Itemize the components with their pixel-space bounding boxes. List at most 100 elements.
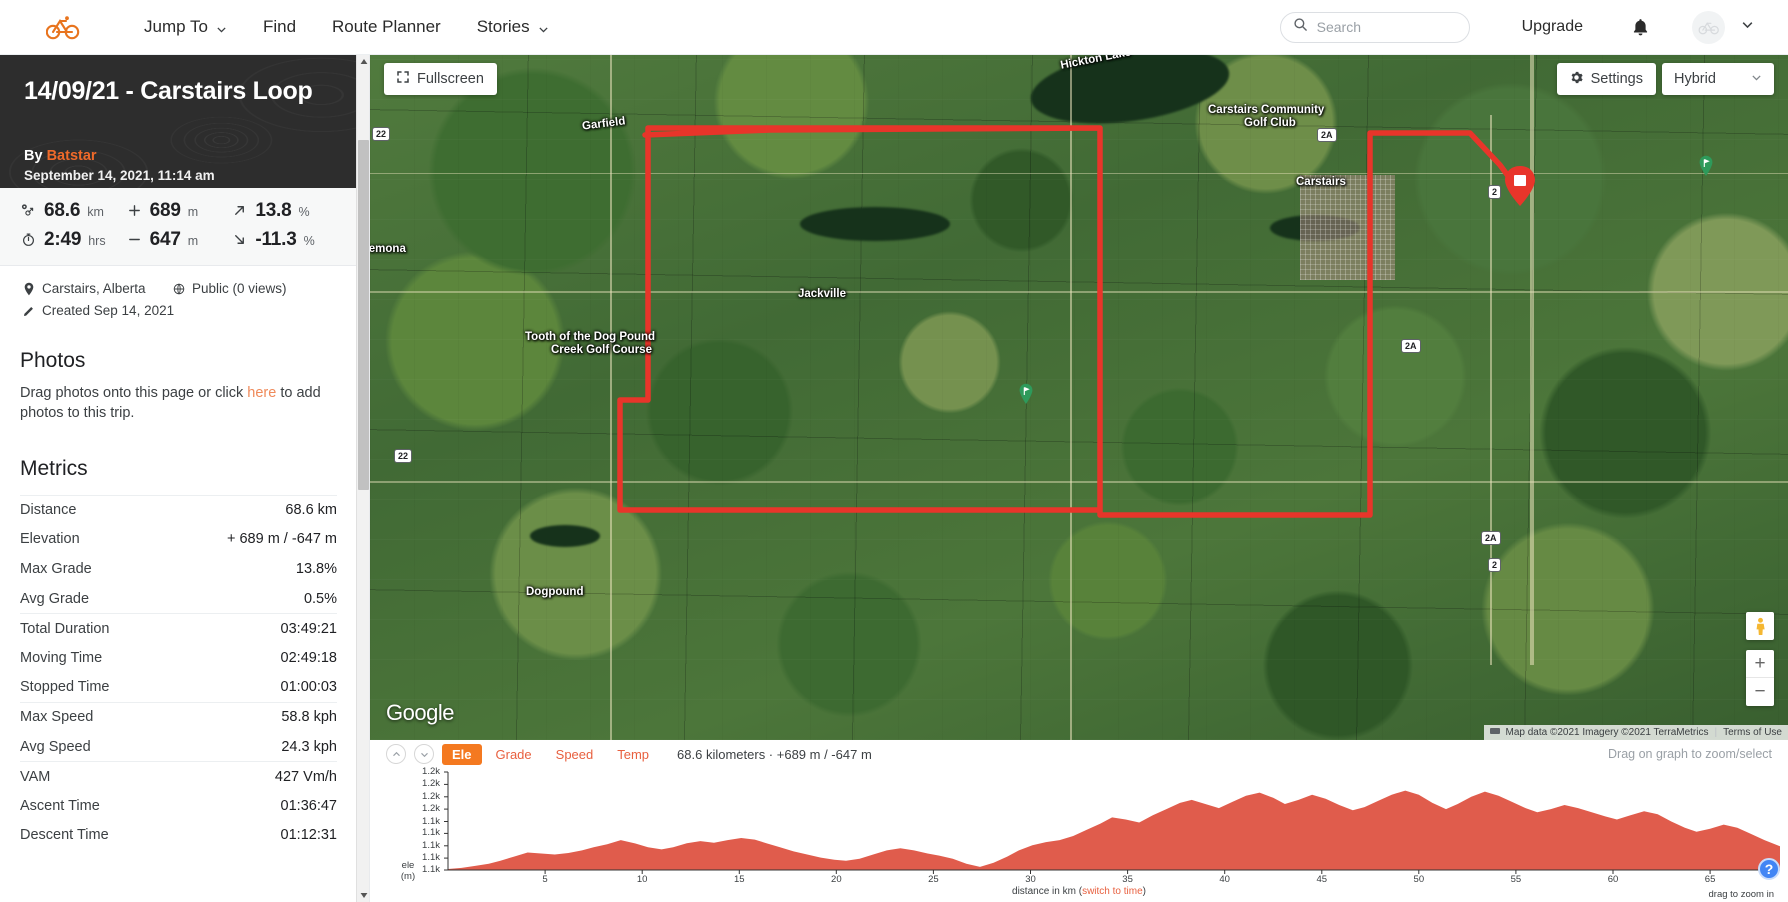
stat-max-grade-value: 13.8 — [255, 200, 292, 221]
stat-distance: 68.6 km — [20, 200, 126, 222]
nav-item-find[interactable]: Find — [245, 11, 314, 43]
notification-bell-icon[interactable] — [1631, 17, 1650, 38]
chart-x-tick-label: 20 — [831, 874, 842, 885]
page-body: 14/09/21 - Carstairs Loop By Batstar Sep… — [0, 55, 1788, 902]
search-box[interactable] — [1279, 11, 1470, 43]
scrollbar-thumb[interactable] — [358, 140, 369, 490]
terms-of-use-link[interactable]: Terms of Use — [1723, 727, 1782, 738]
chart-collapse-button[interactable] — [386, 744, 406, 764]
golf-club-map-pin-icon[interactable] — [1698, 155, 1714, 177]
trip-meta-row-location-visibility: Carstairs, Alberta Public (0 views) — [20, 281, 337, 296]
chart-tab-speed[interactable]: Speed — [546, 744, 604, 765]
scrollbar-up-arrow-icon[interactable] — [357, 55, 369, 69]
metrics-value: 02:49:18 — [280, 649, 337, 666]
chart-x-tick-label: 35 — [1122, 874, 1133, 885]
bicycle-logo-icon[interactable] — [42, 10, 84, 44]
author-link[interactable]: Batstar — [47, 148, 97, 164]
elevation-chart-panel: Ele Grade Speed Temp 68.6 kilometers · +… — [370, 740, 1788, 902]
metrics-table: Distance 68.6 km Elevation + 689 m / -64… — [0, 495, 357, 850]
metrics-key: Stopped Time — [20, 679, 110, 696]
trip-hero-header: 14/09/21 - Carstairs Loop By Batstar Sep… — [0, 55, 357, 188]
chevron-down-icon — [538, 20, 549, 33]
stat-distance-unit: km — [87, 205, 104, 219]
ascent-plus-icon — [126, 203, 143, 218]
zoom-in-button[interactable]: + — [1746, 650, 1774, 678]
route-polyline — [617, 125, 1525, 518]
stat-ascent-value: 689 — [149, 200, 181, 221]
metrics-value: 0.5% — [303, 590, 337, 607]
metrics-key: Elevation — [20, 531, 80, 548]
photos-empty-text: Drag photos onto this page or click here… — [0, 373, 357, 423]
chart-x-tick-label: 15 — [733, 874, 745, 885]
chart-y-axis-title: ele (m) — [388, 860, 428, 882]
map-and-chart-region: Hickton Lake Garfield Carstairs Communit… — [370, 55, 1788, 902]
chart-y-tick-label: 1.2k — [422, 766, 440, 777]
photos-add-link[interactable]: here — [247, 385, 276, 401]
nav-item-route-planner[interactable]: Route Planner — [314, 11, 459, 43]
metrics-value: 427 Vm/h — [274, 768, 337, 785]
trip-visibility-label: Public (0 views) — [192, 281, 287, 296]
gear-icon — [1570, 71, 1583, 88]
fullscreen-button[interactable]: Fullscreen — [384, 63, 497, 95]
map-shield-2a: 2A — [1401, 339, 1421, 353]
chart-x-axis-paren-close: ) — [1142, 886, 1146, 897]
elevation-plot-area[interactable]: 1.2k 1.2k 1.2k 1.2k 1.1k 1.1k 1.1k 1.1k 1.1k 5 10… — [370, 766, 1788, 902]
google-logo: Google — [386, 700, 454, 725]
chart-y-tick-label: 1.1k — [422, 839, 440, 851]
trip-stat-summary: 68.6 km 689 m 13.8 % 2:49 hrs 647 m -11.… — [0, 188, 357, 266]
trip-meta-row-created: Created Sep 14, 2021 — [20, 303, 337, 318]
nav-item-jump-to-label: Jump To — [144, 17, 208, 36]
chart-toolbar: Ele Grade Speed Temp 68.6 kilometers · +… — [370, 740, 1788, 768]
street-view-pegman-icon[interactable] — [1746, 612, 1774, 640]
metrics-row-elevation: Elevation + 689 m / -647 m — [20, 525, 337, 555]
trip-location: Carstairs, Alberta — [20, 281, 170, 296]
map-shield-2: 2 — [1488, 558, 1502, 572]
metrics-key: VAM — [20, 768, 51, 785]
map-attribution-divider: | — [1714, 727, 1718, 738]
map-type-select[interactable]: Hybrid — [1662, 63, 1774, 95]
map-settings-button[interactable]: Settings — [1556, 63, 1656, 95]
trip-datetime: September 14, 2021, 11:14 am — [24, 167, 215, 183]
search-icon — [1293, 17, 1308, 37]
search-input[interactable] — [1316, 19, 1457, 35]
map-shield-2a: 2A — [1317, 128, 1337, 142]
map-attribution-icon — [1489, 726, 1500, 739]
upgrade-button[interactable]: Upgrade — [1522, 18, 1583, 36]
chart-tab-temp[interactable]: Temp — [607, 744, 659, 765]
chart-y-tick-label: 1.1k — [422, 827, 440, 839]
zoom-out-button[interactable]: − — [1746, 678, 1774, 706]
golf-course-map-pin-icon[interactable] — [1018, 383, 1034, 405]
trip-sidebar: 14/09/21 - Carstairs Loop By Batstar Sep… — [0, 55, 370, 902]
stat-descent-unit: m — [187, 234, 199, 248]
nav-item-stories[interactable]: Stories — [459, 11, 567, 43]
chevron-down-icon — [216, 20, 227, 33]
chart-tab-ele[interactable]: Ele — [442, 743, 482, 765]
chart-x-tick-label: 45 — [1316, 874, 1328, 885]
metrics-value: 13.8% — [295, 560, 337, 577]
chart-x-tick-label: 50 — [1413, 874, 1425, 885]
metrics-key: Avg Speed — [20, 738, 91, 755]
sidebar-scrollbar[interactable] — [356, 55, 369, 902]
chart-expand-button[interactable] — [414, 744, 434, 764]
avatar[interactable] — [1692, 10, 1725, 44]
chart-x-axis-title-label: distance in km — [1012, 886, 1076, 897]
switch-to-time-link[interactable]: switch to time — [1082, 886, 1143, 897]
trip-meta: Carstairs, Alberta Public (0 views) Crea… — [0, 266, 357, 318]
trip-created-label: Created Sep 14, 2021 — [42, 303, 175, 318]
top-navigation-bar: Jump To Find Route Planner Stories Searc… — [0, 0, 1788, 55]
stat-descent-value: 647 — [149, 229, 181, 250]
map-shield-22: 22 — [394, 449, 413, 463]
question-mark-help-icon[interactable]: ? — [1758, 858, 1780, 880]
account-menu-chevron-down-icon[interactable] — [1741, 18, 1754, 36]
photos-text-before: Drag photos onto this page or click — [20, 385, 248, 401]
chart-y-tick-label: 1.2k — [422, 790, 440, 802]
map-zoom-controls[interactable]: + − — [1746, 650, 1774, 706]
satellite-map[interactable]: Hickton Lake Garfield Carstairs Communit… — [370, 55, 1788, 740]
scrollbar-down-arrow-icon[interactable] — [357, 888, 369, 902]
map-attribution-text: Map data ©2021 Imagery ©2021 TerraMetric… — [1505, 727, 1709, 738]
elevation-profile-svg[interactable] — [370, 768, 1788, 902]
chart-tab-grade[interactable]: Grade — [486, 744, 542, 765]
page-title: 14/09/21 - Carstairs Loop — [24, 77, 313, 105]
nav-item-jump-to[interactable]: Jump To — [126, 11, 245, 43]
stat-max-grade: 13.8 % — [231, 200, 337, 222]
